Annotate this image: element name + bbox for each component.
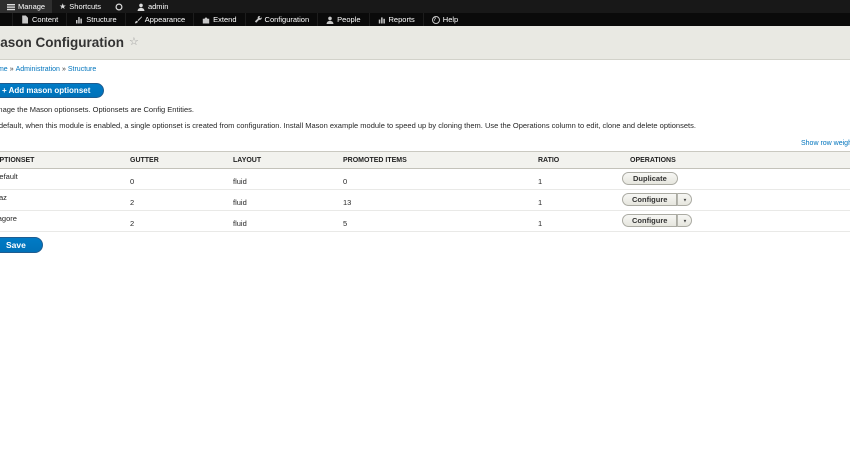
file-icon xyxy=(21,15,29,24)
optionset-name-cell: Paz xyxy=(0,189,130,211)
menu-item-appearance[interactable]: Appearance xyxy=(124,13,193,26)
table-row: Paz 2 fluid 13 1 Configure ▼ xyxy=(0,189,850,211)
breadcrumb-administration-link[interactable]: Administration xyxy=(16,66,60,73)
menu-icon xyxy=(7,3,15,11)
breadcrumb-separator: » xyxy=(9,66,14,73)
optionset-name-cell: Default xyxy=(0,168,130,190)
clipped-home-icon xyxy=(0,16,3,23)
layout-cell: fluid xyxy=(233,210,343,232)
promoted-items-cell: 0 xyxy=(343,168,538,190)
menu-item-content[interactable]: Content xyxy=(12,13,66,26)
operations-cell: Duplicate xyxy=(622,168,850,190)
gutter-cell: 2 xyxy=(130,189,233,211)
column-header-ratio: RATIO xyxy=(538,151,630,169)
optionsets-table: OPTIONSET GUTTER LAYOUT PROMOTED ITEMS R… xyxy=(0,151,850,232)
add-mason-optionset-button[interactable]: + Add mason optionset xyxy=(0,83,105,98)
menu-item-label: People xyxy=(337,15,361,24)
gutter-cell: 0 xyxy=(130,168,233,190)
page-title: Mason Configuration xyxy=(0,35,124,50)
breadcrumb-structure-link[interactable]: Structure xyxy=(68,66,96,73)
page-header: Mason Configuration ☆ xyxy=(0,26,850,60)
operations-dropdown-toggle[interactable]: ▼ xyxy=(677,193,693,206)
puzzle-icon xyxy=(202,16,210,24)
layout-cell: fluid xyxy=(233,189,343,211)
brush-icon xyxy=(134,15,142,24)
toolbar-item-history[interactable] xyxy=(108,0,130,13)
menu-item-label: Appearance xyxy=(144,15,186,24)
bar-chart-icon xyxy=(378,16,386,24)
operations-cell: Configure ▼ xyxy=(622,189,850,211)
menu-item-reports[interactable]: Reports xyxy=(368,13,423,26)
table-row: Tagore 2 fluid 5 1 Configure ▼ xyxy=(0,210,850,232)
menu-item-label: Structure xyxy=(86,15,117,24)
promoted-items-cell: 13 xyxy=(343,189,538,211)
operations-dropdown-toggle[interactable]: ▼ xyxy=(677,214,693,227)
table-row: Default 0 fluid 0 1 Duplicate xyxy=(0,168,850,190)
favorite-star-icon[interactable]: ☆ xyxy=(129,37,139,48)
column-header-layout: LAYOUT xyxy=(233,151,343,169)
column-header-optionset: OPTIONSET xyxy=(0,151,130,169)
column-header-promoted-items: PROMOTED ITEMS xyxy=(343,151,538,169)
menu-item-structure[interactable]: Structure xyxy=(66,13,124,26)
ratio-cell: 1 xyxy=(538,168,630,190)
operations-cell: Configure ▼ xyxy=(622,210,850,232)
breadcrumb: Home»Administration»Structure xyxy=(0,66,850,73)
intro-text-2: By default, when this module is enabled,… xyxy=(0,121,696,130)
caret-down-icon: ▼ xyxy=(682,218,688,224)
menu-item-label: Extend xyxy=(213,15,237,24)
toolbar-item-manage[interactable]: Manage xyxy=(0,0,53,13)
admin-menu-bar: Content Structure Appearance Extend Conf… xyxy=(0,13,850,26)
show-row-weights-link[interactable]: Show row weights xyxy=(801,140,850,147)
toolbar-item-label: Manage xyxy=(18,2,46,11)
menu-item-configuration[interactable]: Configuration xyxy=(244,13,318,26)
breadcrumb-separator: » xyxy=(61,66,66,73)
blocks-icon xyxy=(75,16,83,24)
menu-item-label: Configuration xyxy=(264,15,310,24)
wrench-icon xyxy=(254,15,262,24)
save-button[interactable]: Save xyxy=(0,237,43,253)
ratio-cell: 1 xyxy=(538,210,630,232)
optionset-name-cell: Tagore xyxy=(0,210,130,232)
menu-item-extend[interactable]: Extend xyxy=(193,13,244,26)
question-icon: ? xyxy=(431,15,440,24)
user-icon xyxy=(137,3,145,11)
menu-item-people[interactable]: People xyxy=(317,13,368,26)
toolbar-item-label: Shortcuts xyxy=(69,2,101,11)
menu-item-label: Reports xyxy=(388,15,415,24)
duplicate-button[interactable]: Duplicate xyxy=(622,172,678,185)
row-weights-bar: Show row weights xyxy=(0,140,850,151)
configure-button[interactable]: Configure xyxy=(622,193,678,206)
toolbar-item-shortcuts[interactable]: ★ Shortcuts xyxy=(52,0,108,13)
toolbar-item-admin[interactable]: admin xyxy=(130,0,175,13)
promoted-items-cell: 5 xyxy=(343,210,538,232)
layout-cell: fluid xyxy=(233,168,343,190)
history-icon xyxy=(115,2,123,11)
breadcrumb-home-link[interactable]: Home xyxy=(0,66,8,73)
ratio-cell: 1 xyxy=(538,189,630,211)
intro-text-1: Manage the Mason optionsets. Optionsets … xyxy=(0,105,194,114)
menu-item-label: Help xyxy=(442,15,459,24)
person-icon xyxy=(326,16,334,24)
caret-down-icon: ▼ xyxy=(682,197,688,203)
configure-button[interactable]: Configure xyxy=(622,214,678,227)
menu-item-label: Content xyxy=(32,15,59,24)
star-icon: ★ xyxy=(59,1,67,11)
column-header-gutter: GUTTER xyxy=(130,151,233,169)
gutter-cell: 2 xyxy=(130,210,233,232)
table-header-row: OPTIONSET GUTTER LAYOUT PROMOTED ITEMS R… xyxy=(0,151,850,169)
menu-item-help[interactable]: ? Help xyxy=(422,13,466,26)
page-container: Manage ★ Shortcuts admin Content Structu… xyxy=(0,0,850,253)
admin-toolbar: Manage ★ Shortcuts admin xyxy=(0,0,850,13)
column-header-operations: OPERATIONS xyxy=(630,151,850,169)
toolbar-item-label: admin xyxy=(147,2,169,11)
